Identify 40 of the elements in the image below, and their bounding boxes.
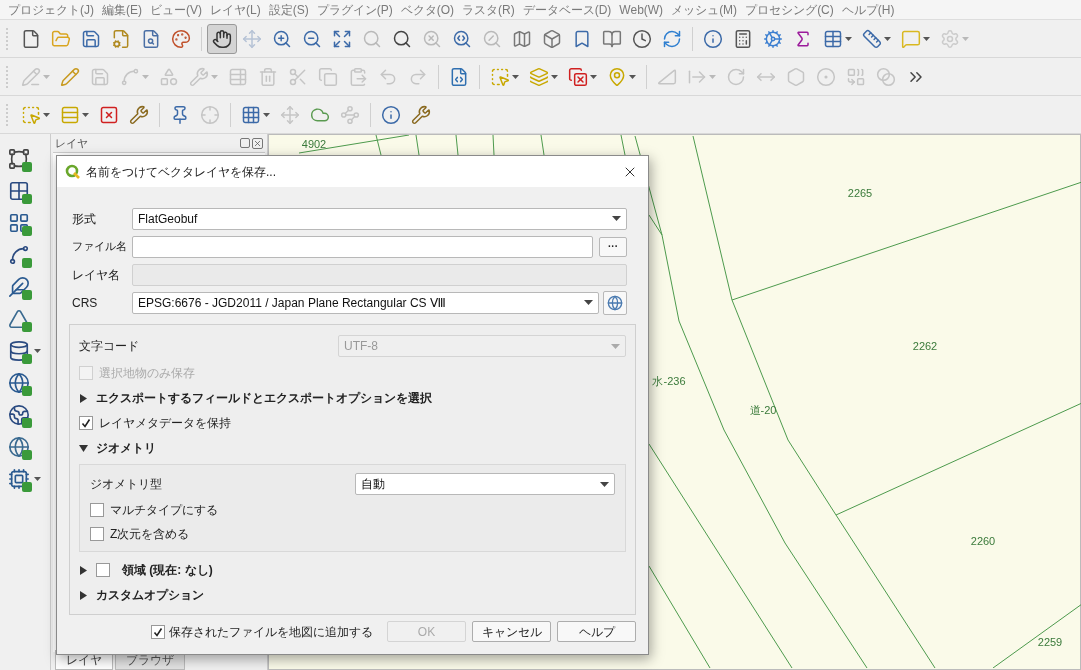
parcel-label: 道-20 <box>749 402 777 418</box>
section-header[interactable]: 領域 (現在: なし) <box>122 561 213 579</box>
parcel-label: 水-236 <box>652 373 686 389</box>
menu-item[interactable]: プロジェクト(J) <box>4 0 98 19</box>
menu-item[interactable]: Web(W) <box>615 0 668 19</box>
field-label: レイヤ名 <box>72 266 121 284</box>
menu-item[interactable]: 編集(E) <box>98 0 146 19</box>
menu-item[interactable]: メッシュ(M) <box>667 0 742 19</box>
menu-item[interactable]: ベクタ(O) <box>396 0 458 19</box>
field-label: ファイル名 <box>72 239 128 255</box>
menu-item[interactable]: プロセシング(C) <box>741 0 838 19</box>
dialog-button[interactable]: キャンセル <box>472 621 551 642</box>
checkbox-label: レイヤメタデータを保持 <box>99 415 231 432</box>
format-dropdown[interactable]: FlatGeobuf <box>132 207 627 230</box>
parcel-label: 2260 <box>970 533 996 549</box>
field-label: 形式 <box>72 210 97 228</box>
parcel-label: 2262 <box>912 338 938 354</box>
geometry-type-dropdown[interactable]: 自動 <box>355 473 615 495</box>
menu-item[interactable]: プラグイン(P) <box>312 0 397 19</box>
section-header[interactable]: カスタムオプション <box>96 586 204 604</box>
menu-item[interactable]: データベース(D) <box>518 0 616 19</box>
menu-item[interactable]: ビュー(V) <box>146 0 206 19</box>
checkbox-label: 選択地物のみ保存 <box>99 365 195 382</box>
menu-item[interactable]: 設定(S) <box>264 0 313 19</box>
parcel-label: 4902 <box>301 136 327 152</box>
parcel-label: 2265 <box>847 185 873 201</box>
checkbox-label: マルチタイプにする <box>110 502 218 519</box>
dialog-button[interactable]: ヘルプ <box>557 621 636 642</box>
menu-item[interactable]: レイヤ(L) <box>206 0 265 19</box>
parcel-label: 2259 <box>1037 634 1063 650</box>
menu-item[interactable]: ラスタ(R) <box>458 0 519 19</box>
field-label: 文字コード <box>79 338 140 355</box>
section-header[interactable]: ジオメトリ <box>96 439 156 457</box>
panel-title: レイヤ <box>55 135 89 151</box>
checkbox-label: Z次元を含める <box>110 526 190 543</box>
field-label: CRS <box>72 294 99 312</box>
browse-button[interactable]: ··· <box>599 236 627 257</box>
field-label: ジオメトリ型 <box>90 476 163 493</box>
menu-item[interactable]: ヘルプ(H) <box>837 0 899 19</box>
crs-dropdown[interactable]: EPSG:6676 - JGD2011 / Japan Plane Rectangular CS Ⅷ <box>132 291 599 314</box>
